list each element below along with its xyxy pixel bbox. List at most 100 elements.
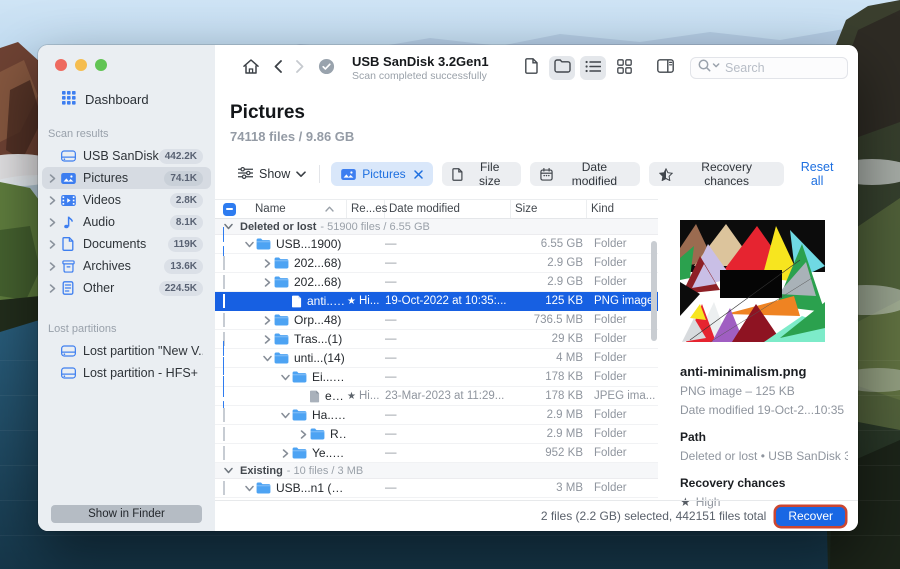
chevron-down-icon[interactable] (279, 374, 292, 381)
row-checkbox[interactable] (223, 427, 225, 441)
minimize-window-button[interactable] (75, 59, 87, 71)
reset-all-button[interactable]: Reset all (793, 160, 841, 188)
chevron-right-icon[interactable] (297, 430, 310, 439)
size-cell: 125 KB (511, 295, 587, 307)
file-name: 202...68) (294, 275, 341, 289)
table-row[interactable]: Ha...11)—2.9 MBFolder (215, 406, 658, 425)
forward-button[interactable] (289, 60, 311, 76)
home-button[interactable] (235, 58, 267, 78)
chevron-right-icon[interactable] (46, 174, 59, 183)
date-modified-cell: — (385, 238, 511, 250)
sidebar-toggle-button[interactable] (652, 56, 678, 80)
filter-chip-recovery-chances[interactable]: Recovery chances (649, 162, 784, 186)
table-row[interactable]: Tras...(1)—29 KBFolder (215, 330, 658, 349)
filter-chip-date-modified[interactable]: Date modified (530, 162, 640, 186)
chevron-right-icon[interactable] (46, 240, 59, 249)
sidebar-item-pictures[interactable]: Pictures74.1K (42, 167, 211, 189)
filter-chip-pictures[interactable]: Pictures (331, 162, 432, 186)
search-input[interactable] (725, 61, 840, 75)
table-row[interactable]: 202...68)—2.9 GBFolder (215, 273, 658, 292)
column-header-size[interactable]: Size (511, 200, 587, 218)
row-checkbox[interactable] (223, 256, 225, 270)
row-checkbox[interactable] (223, 481, 225, 495)
column-header-recovery[interactable]: Re...es (347, 200, 385, 218)
table-row[interactable]: anti....png★Hi...19-Oct-2022 at 10:35:..… (215, 292, 658, 311)
sidebar-item-videos[interactable]: Videos2.8K (42, 189, 211, 211)
chevron-down-icon[interactable] (243, 241, 256, 248)
table-scrollbar-thumb[interactable] (651, 241, 657, 341)
folder-icon (256, 482, 271, 494)
table-row[interactable]: USB...n1 (10)—3 MBFolder (215, 479, 658, 498)
file-name: USB...1900) (276, 237, 341, 251)
row-checkbox[interactable] (223, 294, 225, 308)
table-row[interactable]: USB...1900)—6.55 GBFolder (215, 235, 658, 254)
audio-icon (59, 215, 77, 229)
table-row[interactable]: 202...68)—2.9 GBFolder (215, 254, 658, 273)
table-group-header-deleted-or-lost[interactable]: Deleted or lost- 51900 files / 6.55 GB (215, 219, 658, 235)
chevron-right-icon[interactable] (261, 278, 274, 287)
column-header-kind[interactable]: Kind (587, 200, 658, 218)
size-cell: 3 MB (511, 482, 587, 494)
chevron-right-icon[interactable] (46, 196, 59, 205)
show-in-finder-button[interactable]: Show in Finder (51, 505, 202, 523)
date-modified-cell: — (385, 447, 511, 459)
column-header-date-modified[interactable]: Date modified (385, 200, 511, 218)
file-view-button[interactable] (518, 56, 544, 80)
row-checkbox[interactable] (223, 313, 225, 327)
chevron-right-icon[interactable] (261, 259, 274, 268)
sidebar-item-lost-partition-new-v[interactable]: Lost partition "New V... (42, 340, 211, 362)
preview-fileinfo: PNG image – 125 KB (680, 384, 848, 398)
filter-bar: Show Pictures File size Date modified Recov… (215, 160, 858, 188)
chevron-down-icon[interactable] (261, 355, 274, 362)
table-row[interactable]: Ei...(1)—178 KBFolder (215, 368, 658, 387)
recover-button[interactable]: Recover (776, 507, 845, 526)
table-row[interactable]: R...)—2.9 MBFolder (215, 425, 658, 444)
table-row[interactable]: e...g★Hi...23-Mar-2023 at 11:29...178 KB… (215, 387, 658, 406)
pictures-icon (341, 169, 356, 180)
chevron-right-icon[interactable] (46, 218, 59, 227)
disk-icon (59, 367, 77, 379)
column-header-name[interactable]: Name (243, 200, 347, 218)
back-button[interactable] (267, 60, 289, 76)
sidebar-item-usb-sandisk[interactable]: USB SanDisk...442.2K (42, 145, 211, 167)
date-modified-cell: — (385, 409, 511, 421)
table-row[interactable]: Orp...48)—736.5 MBFolder (215, 311, 658, 330)
chevron-down-icon[interactable] (243, 485, 256, 492)
scan-status-button[interactable] (311, 58, 342, 78)
search-field[interactable] (690, 57, 848, 79)
calendar-icon (540, 168, 553, 181)
table-group-header-existing[interactable]: Existing- 10 files / 3 MB (215, 463, 658, 479)
filter-chip-file-size[interactable]: File size (442, 162, 521, 186)
zoom-window-button[interactable] (95, 59, 107, 71)
kind-cell: Folder (587, 257, 658, 269)
sidebar-item-lost-partition-hfs[interactable]: Lost partition - HFS+ (42, 362, 211, 384)
sidebar-item-other[interactable]: Other224.5K (42, 277, 211, 299)
select-all-checkbox[interactable] (223, 203, 236, 216)
folder-icon (292, 409, 307, 421)
preview-image (680, 220, 825, 345)
show-filter-button[interactable]: Show (236, 167, 308, 182)
size-cell: 178 KB (511, 390, 587, 402)
sidebar-item-dashboard[interactable]: Dashboard (62, 91, 215, 108)
grid-view-button[interactable] (611, 56, 637, 80)
filter-chip-label: Date modified (559, 160, 630, 188)
chevron-down-icon[interactable] (279, 412, 292, 419)
close-window-button[interactable] (55, 59, 67, 71)
row-checkbox[interactable] (223, 408, 225, 422)
row-checkbox[interactable] (223, 275, 225, 289)
folder-view-button[interactable] (549, 56, 575, 80)
chevron-right-icon[interactable] (261, 335, 274, 344)
table-row[interactable]: unti...(14)—4 MBFolder (215, 349, 658, 368)
list-view-button[interactable] (580, 56, 606, 80)
chevron-right-icon[interactable] (46, 262, 59, 271)
sidebar-item-archives[interactable]: Archives13.6K (42, 255, 211, 277)
sidebar-item-documents[interactable]: Documents119K (42, 233, 211, 255)
row-checkbox[interactable] (223, 446, 225, 460)
chevron-right-icon[interactable] (261, 316, 274, 325)
kind-cell: Folder (587, 371, 658, 383)
sidebar-item-audio[interactable]: Audio8.1K (42, 211, 211, 233)
chevron-right-icon[interactable] (279, 449, 292, 458)
close-icon[interactable] (414, 170, 423, 179)
table-row[interactable]: Ye...(2)—952 KBFolder (215, 444, 658, 463)
chevron-right-icon[interactable] (46, 284, 59, 293)
